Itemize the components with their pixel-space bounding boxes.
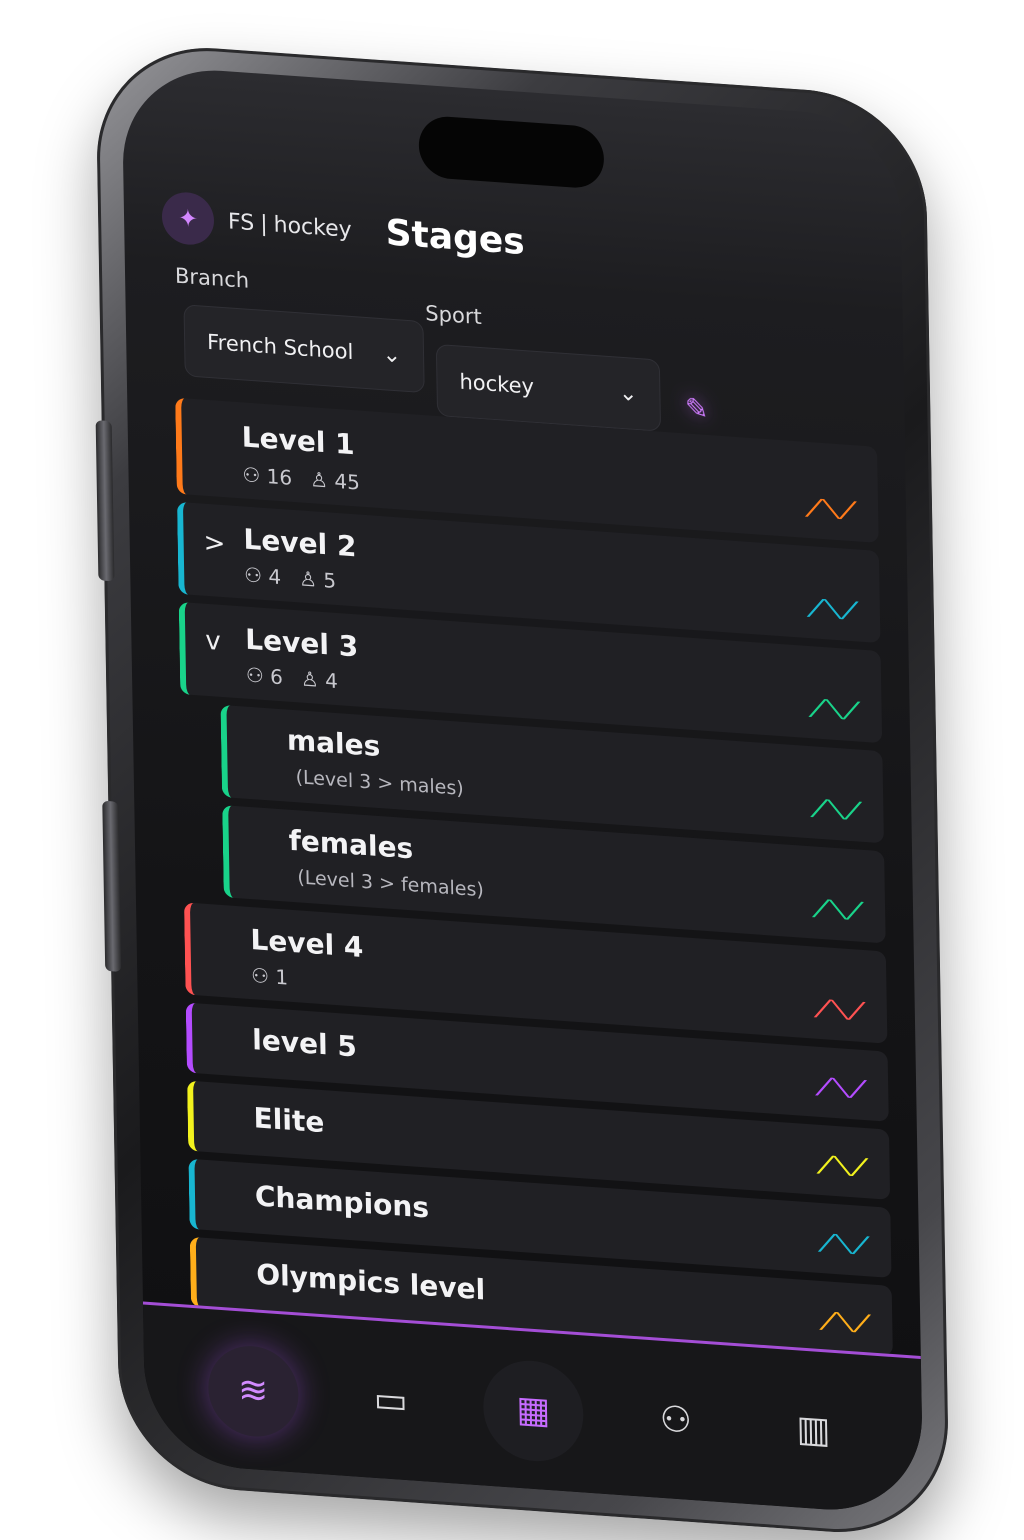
trend-icon[interactable]: ⟋⟍⟋ [811, 794, 862, 826]
screen: ✦ FS | hockey Stages Branch Sport French… [121, 63, 924, 1517]
stage-name: Level 3 [244, 622, 359, 664]
trend-icon[interactable]: ⟋⟍⟋ [809, 694, 860, 726]
groups-icon: ⚇ 6 [245, 662, 284, 690]
branch-label: Branch [174, 263, 250, 293]
app-header: ✦ FS | hockey Stages [161, 182, 862, 301]
branch-select[interactable]: French School ⌄ [183, 304, 425, 394]
trend-icon[interactable]: ⟋⟍⟋ [807, 594, 858, 626]
trend-icon[interactable]: ⟋⟍⟋ [816, 1073, 867, 1105]
sport-label: Sport [425, 301, 482, 330]
dashboard-grid-icon[interactable]: ▦ [482, 1356, 585, 1464]
edit-icon[interactable]: ✎ [674, 385, 719, 432]
volume-down-button [102, 800, 122, 972]
stage-stats: ⚇ 6 ♙ 4 [246, 663, 338, 693]
sport-select-value: hockey [459, 369, 535, 399]
athletes-count: 4 [324, 668, 339, 694]
chevron-right-icon[interactable]: > [203, 528, 225, 560]
groups-count: 4 [268, 564, 282, 590]
stage-stats: ⚇ 16 ♙ 45 [242, 462, 360, 494]
trend-icon[interactable]: ⟋⟍⟋ [813, 894, 864, 926]
stage-path: (Level 3 > females) [297, 866, 485, 902]
dynamic-island [418, 114, 605, 190]
stage-stats: ⚇ 1 [251, 963, 288, 990]
library-icon[interactable]: ▥ [768, 1382, 860, 1478]
trend-icon[interactable]: ⟋⟍⟋ [820, 1307, 871, 1339]
groups-count: 1 [275, 964, 289, 990]
stage-stats: ⚇ 4 ♙ 5 [244, 563, 336, 593]
trend-icon[interactable]: ⟋⟍⟋ [806, 494, 857, 526]
stage-name: level 5 [251, 1023, 358, 1064]
trend-icon[interactable]: ⟋⟍⟋ [818, 1229, 869, 1261]
groups-icon: ⚇ 16 [242, 462, 293, 490]
stage-name: Level 1 [241, 420, 355, 462]
phone-frame: ✦ FS | hockey Stages Branch Sport French… [95, 40, 951, 1540]
groups-icon: ⚇ 1 [250, 963, 289, 990]
stage-name: males [286, 723, 381, 764]
user-icon: ♙ 4 [300, 666, 339, 694]
org-logo[interactable]: ✦ [161, 190, 215, 247]
stage-name: Champions [254, 1179, 430, 1225]
athletes-count: 45 [334, 468, 361, 495]
user-icon: ♙ 45 [309, 467, 361, 495]
stage-name: Level 4 [250, 923, 364, 964]
page-title: Stages [385, 211, 526, 263]
sport-name: hockey [273, 212, 352, 243]
stage-path: (Level 3 > males) [295, 766, 464, 800]
athletes-count: 5 [323, 568, 337, 593]
groups-icon: ⚇ 4 [243, 562, 282, 590]
separator: | [259, 211, 268, 237]
trend-icon[interactable]: ⟋⟍⟋ [814, 995, 865, 1027]
layers-icon[interactable]: ≋ [207, 1342, 299, 1439]
groups-count: 6 [269, 664, 284, 690]
chevron-down-icon: ⌄ [618, 380, 638, 407]
stages-list: Level 1 ⚇ 16 ♙ 45 ⟋⟍⟋ > Level 2 ⚇ 4 ♙ 5 … [175, 397, 893, 1364]
stage-name: females [288, 823, 414, 866]
branch-select-value: French School [206, 329, 354, 365]
user-icon: ♙ 5 [298, 566, 337, 593]
users-icon[interactable]: ⚇ [630, 1372, 722, 1468]
groups-count: 16 [266, 464, 293, 490]
stage-name: Olympics level [256, 1257, 486, 1307]
stage-name: Elite [253, 1101, 325, 1140]
volume-up-button [95, 420, 115, 582]
folders-icon[interactable]: ▭ [345, 1352, 437, 1448]
org-abbrev: FS [227, 208, 255, 236]
chevron-down-icon: ⌄ [382, 341, 402, 368]
trend-icon[interactable]: ⟋⟍⟋ [817, 1151, 868, 1183]
stage-name: Level 2 [243, 522, 357, 564]
chevron-down-icon[interactable]: v [205, 626, 221, 657]
